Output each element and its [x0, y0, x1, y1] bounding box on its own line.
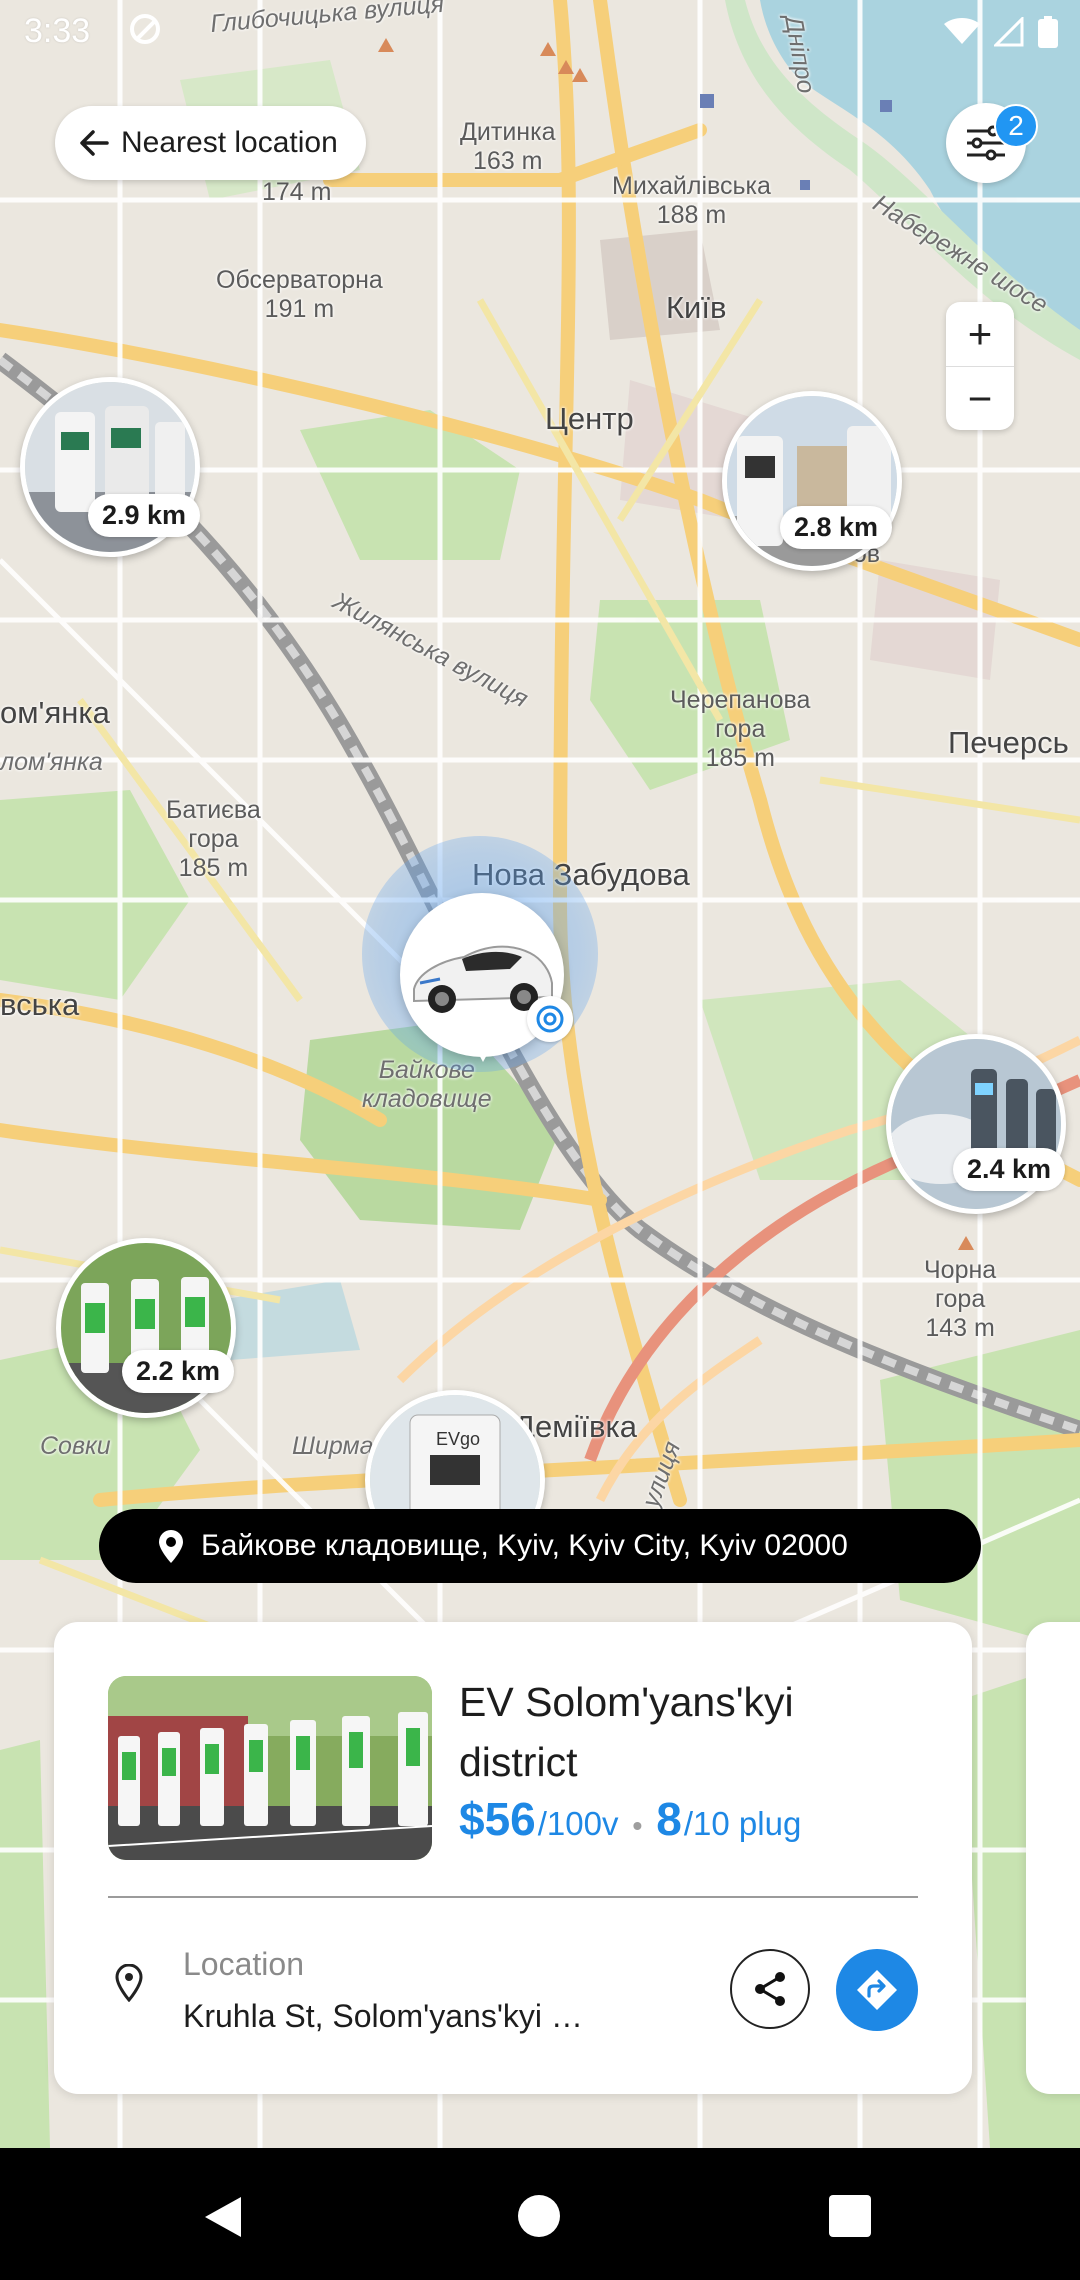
status-bar: 3:33	[0, 0, 1080, 64]
directions-button[interactable]	[836, 1949, 918, 2031]
plugs-available: 8	[656, 1793, 682, 1845]
station-card[interactable]: EV Solom'yans'kyi district $56 /100v • 8…	[54, 1622, 972, 2094]
card-divider	[108, 1896, 918, 1898]
nav-back-icon[interactable]	[203, 2195, 243, 2239]
zoom-control: + −	[946, 302, 1014, 430]
address-text: Байкове кладовище, Kyiv, Kyiv City, Kyiv…	[201, 1529, 848, 1562]
map-label: ом'янка	[0, 695, 110, 730]
map-label: Михайлівська 188 m	[612, 172, 771, 229]
distance-label: 2.2 km	[122, 1350, 235, 1393]
price-value: $56	[459, 1793, 536, 1845]
filter-count-badge: 2	[994, 104, 1038, 148]
marker-brand: EVgo	[436, 1429, 480, 1449]
arrow-left-icon	[80, 130, 109, 156]
map-label: вська	[0, 987, 80, 1022]
map-label: Чорна гора 143 m	[924, 1256, 997, 1342]
map-pin-icon	[159, 1530, 183, 1563]
map-label: Батиєва гора 185 m	[166, 796, 261, 882]
nearest-location-back-button[interactable]: Nearest location	[55, 106, 366, 180]
plus-icon: +	[967, 310, 993, 357]
location-pin-icon	[115, 1964, 143, 2002]
location-label: Location	[183, 1946, 304, 1982]
map-label: Обсерваторна 191 m	[216, 266, 383, 323]
wifi-icon	[944, 18, 980, 44]
map-label: Совки	[40, 1432, 111, 1460]
zoom-in-button[interactable]: +	[946, 302, 1014, 366]
distance-label: 2.9 km	[88, 494, 201, 537]
zoom-out-button[interactable]: −	[946, 367, 1014, 431]
plugs-total: /10 plug	[683, 1805, 802, 1842]
minus-icon: −	[967, 375, 993, 422]
separator-dot: •	[632, 1810, 643, 1841]
map-label: Центр	[545, 401, 634, 436]
nav-home-icon[interactable]	[518, 2195, 560, 2237]
back-label: Nearest location	[121, 126, 338, 159]
map-label: Дитинка 163 m	[460, 118, 556, 175]
signal-icon	[994, 17, 1024, 47]
station-name: EV Solom'yans'kyi district	[459, 1679, 794, 1785]
station-photo	[108, 1676, 432, 1860]
location-value: Kruhla St, Solom'yans'kyi district	[183, 1998, 593, 2034]
map-label: Печерсь	[948, 725, 1069, 760]
directions-icon	[857, 1970, 897, 2010]
address-pill[interactable]: Байкове кладовище, Kyiv, Kyiv City, Kyiv…	[99, 1509, 981, 1583]
share-icon	[755, 1972, 785, 2006]
distance-label: 2.8 km	[780, 506, 893, 549]
locate-target-icon	[527, 996, 573, 1042]
station-pricing: $56 /100v • 8 /10 plug	[459, 1792, 801, 1846]
distance-label: 2.4 km	[953, 1148, 1066, 1191]
price-unit: /100v	[537, 1805, 619, 1842]
do-not-disturb-icon	[130, 14, 160, 44]
marker-pointer	[471, 1040, 495, 1062]
status-time: 3:33	[24, 12, 91, 50]
map-label: Київ	[666, 290, 727, 325]
nav-recents-icon[interactable]	[829, 2195, 871, 2237]
share-button[interactable]	[730, 1949, 810, 2029]
battery-icon	[1038, 16, 1058, 48]
map-label: Черепанова гора 185 m	[670, 686, 811, 772]
map-label: лом'янка	[0, 748, 103, 776]
system-icons	[944, 16, 1058, 48]
charging-station-photo-icon	[108, 1676, 432, 1860]
next-station-card[interactable]	[1026, 1622, 1080, 2094]
map-label: 174 m	[262, 178, 332, 206]
map-label: Ширма	[292, 1432, 374, 1460]
